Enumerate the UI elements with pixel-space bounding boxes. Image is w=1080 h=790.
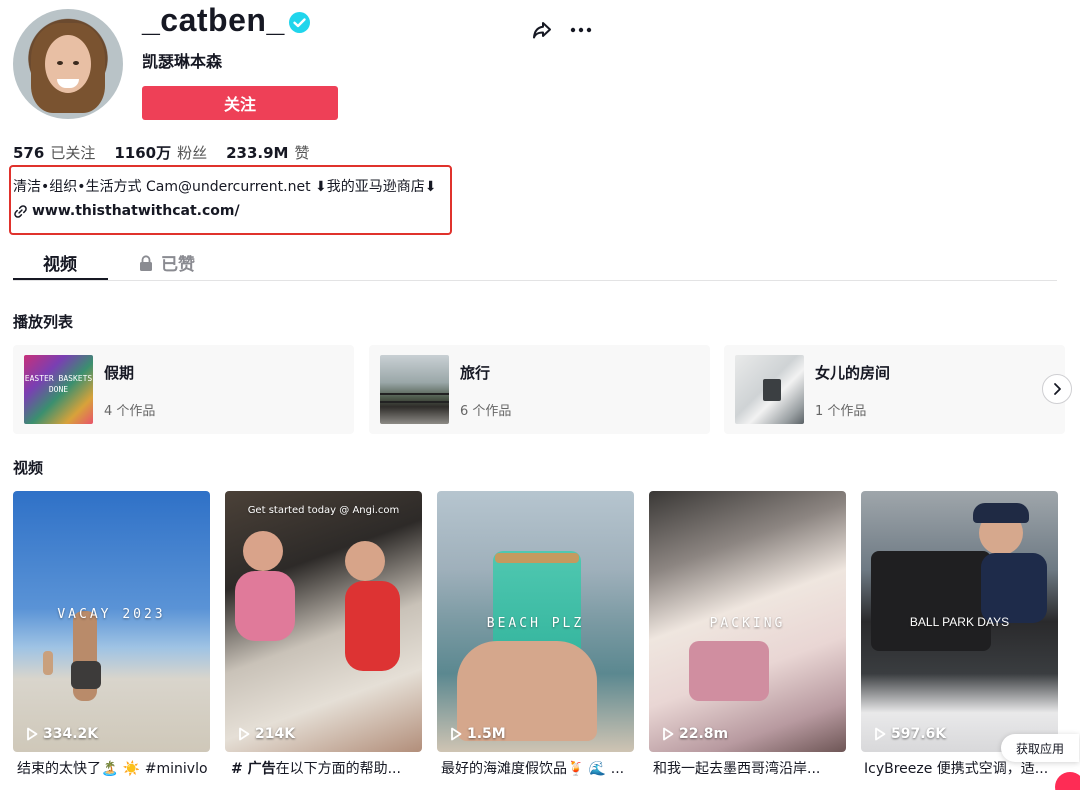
video-card[interactable]: Get started today @ Angi.com 214K <box>225 491 422 752</box>
video-card[interactable]: VACAY 2023 334.2K <box>13 491 210 752</box>
playlist-name: 假期 <box>104 364 135 382</box>
playlists-heading: 播放列表 <box>13 313 74 331</box>
video-card[interactable]: PACKING 22.8m <box>649 491 846 752</box>
play-icon <box>875 727 886 741</box>
follow-button[interactable]: 关注 <box>142 86 338 120</box>
link-icon <box>14 204 27 218</box>
video-views: 334.2K <box>26 726 98 742</box>
video-overlay-text: PACKING <box>709 616 786 631</box>
playlist-thumbnail <box>380 355 449 424</box>
active-tab-indicator <box>13 278 108 280</box>
video-overlay-text: Get started today @ Angi.com <box>247 505 400 516</box>
more-options-icon[interactable] <box>568 18 594 42</box>
video-card[interactable]: BALL PARK DAYS 597.6K <box>861 491 1058 752</box>
video-overlay-text: BALL PARK DAYS <box>909 615 1010 629</box>
following-label: 已关注 <box>50 144 96 162</box>
tab-liked[interactable]: 已赞 <box>139 250 195 275</box>
chevron-right-icon <box>1054 383 1061 395</box>
lock-icon <box>140 254 152 271</box>
playlist-count: 4 个作品 <box>104 404 156 419</box>
playlist-name: 女儿的房间 <box>815 364 891 382</box>
tab-videos[interactable]: 视频 <box>43 250 77 275</box>
playlist-card[interactable]: 女儿的房间 1 个作品 <box>724 345 1065 434</box>
video-description[interactable]: 和我一起去墨西哥湾沿岸... <box>653 758 843 778</box>
back-to-top-button[interactable] <box>1055 772 1080 790</box>
playlist-card[interactable]: EASTER BASKETS DONE 假期 4 个作品 <box>13 345 354 434</box>
followers-label: 粉丝 <box>177 144 208 162</box>
play-icon <box>663 727 674 741</box>
video-views: 22.8m <box>662 726 728 742</box>
playlist-name: 旅行 <box>460 364 491 382</box>
play-icon <box>451 727 462 741</box>
profile-nickname: 凯瑟琳本森 <box>142 52 223 71</box>
video-views: 1.5M <box>450 726 506 742</box>
verified-badge-icon <box>289 12 310 33</box>
playlist-count: 1 个作品 <box>815 404 867 419</box>
video-card[interactable]: BEACH PLZ 1.5M <box>437 491 634 752</box>
video-description[interactable]: # 广告在以下方面的帮助... <box>231 758 421 778</box>
playlists-next-button[interactable] <box>1042 374 1072 404</box>
video-overlay-text: VACAY 2023 <box>57 607 166 622</box>
play-icon <box>239 727 250 741</box>
playlist-thumbnail <box>735 355 804 424</box>
get-app-button[interactable]: 获取应用 <box>1001 734 1079 762</box>
video-views: 214K <box>238 726 295 742</box>
playlist-card[interactable]: 旅行 6 个作品 <box>369 345 710 434</box>
followers-count: 1160万 <box>114 144 172 162</box>
play-icon <box>27 727 38 741</box>
playlist-count: 6 个作品 <box>460 404 512 419</box>
bio-link-text[interactable]: www.thisthatwithcat.com/ <box>32 203 240 219</box>
profile-tabs: 视频 已赞 <box>13 243 1057 281</box>
tab-liked-label: 已赞 <box>161 255 195 275</box>
share-icon[interactable] <box>530 18 554 42</box>
playlist-thumb-text: EASTER BASKETS DONE <box>24 374 93 394</box>
likes-label: 赞 <box>294 144 310 162</box>
likes-count: 233.9M <box>226 144 289 162</box>
videos-heading: 视频 <box>13 459 44 477</box>
video-views: 597.6K <box>874 726 946 742</box>
video-overlay-text: BEACH PLZ <box>486 616 585 631</box>
following-count: 576 <box>13 144 45 162</box>
profile-avatar[interactable] <box>13 9 123 119</box>
playlist-thumbnail: EASTER BASKETS DONE <box>24 355 93 424</box>
bio-text: 清洁•组织•生活方式 Cam@undercurrent.net ⬇︎我的亚马逊商… <box>13 179 437 195</box>
bio-link[interactable]: www.thisthatwithcat.com/ <box>13 203 240 219</box>
profile-stats: 576 已关注 1160万 粉丝 233.9M 赞 <box>13 142 328 163</box>
ad-tag: # 广告 <box>231 761 276 777</box>
profile-username: _catben_ <box>142 2 285 38</box>
video-description[interactable]: 最好的海滩度假饮品🍹 🌊 ... <box>441 758 631 778</box>
video-description[interactable]: 结束的太快了🏝️ ☀️ #minivlog <box>17 758 207 778</box>
